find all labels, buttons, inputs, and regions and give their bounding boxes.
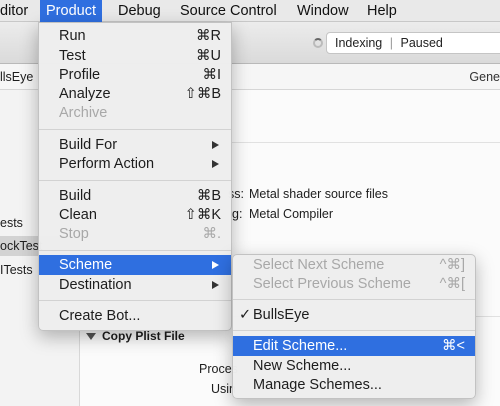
menu-item-create-bot[interactable]: Create Bot... [39, 306, 231, 326]
product-menu: Run ⌘R Test ⌘U Profile ⌘I Analyze ⇧⌘B Ar… [38, 22, 232, 331]
shortcut: ⌘. [202, 226, 221, 242]
shortcut: ⇧⌘B [184, 86, 221, 102]
menu-separator [233, 330, 475, 331]
tab-general[interactable]: Gene [469, 64, 500, 90]
checkmark-icon: ✓ [239, 307, 252, 323]
scheme-submenu: Select Next Scheme ^⌘] Select Previous S… [232, 254, 476, 399]
menu-item-label: Run [59, 28, 86, 44]
menu-separator [39, 250, 231, 251]
menu-item-edit-scheme[interactable]: Edit Scheme... ⌘< [233, 336, 475, 356]
menu-debug[interactable]: Debug [112, 0, 167, 22]
activity-status: Indexing [335, 36, 383, 50]
menu-item-bullseye[interactable]: ✓ BullsEye [233, 305, 475, 325]
submenu-arrow-icon [212, 160, 219, 168]
menu-item-label: Destination [59, 277, 132, 293]
progress-spinner-icon [313, 38, 323, 48]
menu-item-label: Profile [59, 67, 101, 83]
menu-product[interactable]: Product [40, 0, 102, 22]
shortcut: ⌘R [196, 28, 221, 44]
menu-item-destination[interactable]: Destination [39, 275, 231, 295]
shortcut: ⌘B [196, 188, 221, 204]
submenu-arrow-icon [212, 281, 219, 289]
menu-item-select-previous-scheme[interactable]: Select Previous Scheme ^⌘[ [233, 274, 475, 294]
shortcut: ^⌘] [439, 257, 465, 273]
shortcut: ^⌘[ [439, 276, 465, 292]
menu-item-build[interactable]: Build ⌘B [39, 186, 231, 206]
menu-item-label: New Scheme... [253, 358, 352, 374]
menu-item-label: Analyze [59, 86, 111, 102]
menu-item-manage-schemes[interactable]: Manage Schemes... [233, 375, 475, 395]
menu-item-label: Edit Scheme... [253, 338, 348, 354]
menu-item-label: Manage Schemes... [253, 377, 382, 393]
menu-item-archive[interactable]: Archive [39, 103, 231, 123]
menu-item-label: Clean [59, 207, 97, 223]
phase-title: Copy Plist File [102, 329, 185, 343]
menu-item-label: Stop [59, 226, 89, 242]
menu-separator [233, 299, 475, 300]
menu-item-scheme[interactable]: Scheme [39, 255, 231, 275]
menu-item-build-for[interactable]: Build For [39, 135, 231, 155]
menu-item-label: Build [59, 188, 92, 204]
menu-item-select-next-scheme[interactable]: Select Next Scheme ^⌘] [233, 255, 475, 275]
menu-item-label: Perform Action [59, 156, 155, 172]
shortcut: ⌘U [196, 48, 221, 64]
menu-item-label: Test [59, 48, 86, 64]
disclosure-triangle-icon[interactable] [86, 333, 96, 340]
submenu-arrow-icon [212, 261, 219, 269]
menu-item-run[interactable]: Run ⌘R [39, 26, 231, 46]
menu-item-clean[interactable]: Clean ⇧⌘K [39, 205, 231, 225]
activity-separator: | [389, 36, 393, 50]
submenu-arrow-icon [212, 141, 219, 149]
activity-view[interactable]: Indexing | Paused [313, 32, 500, 54]
menu-separator [39, 180, 231, 181]
rule-label-using: g: [232, 207, 243, 221]
menu-item-label: Build For [59, 137, 118, 153]
menu-item-label: BullsEye [253, 307, 310, 323]
menu-window[interactable]: Window [291, 0, 355, 22]
breadcrumb-project[interactable]: llsEye [0, 64, 33, 90]
menu-item-label: Create Bot... [59, 308, 141, 324]
shortcut: ⌘I [202, 67, 221, 83]
menu-item-label: Select Next Scheme [253, 257, 385, 273]
menu-item-new-scheme[interactable]: New Scheme... [233, 356, 475, 376]
menu-editor[interactable]: ditor [0, 0, 34, 22]
activity-state: Paused [400, 36, 443, 50]
menu-item-stop[interactable]: Stop ⌘. [39, 224, 231, 244]
menu-item-label: Archive [59, 105, 108, 121]
menu-help[interactable]: Help [361, 0, 403, 22]
menu-source-control[interactable]: Source Control [174, 0, 283, 22]
menu-bar: ditor Product Debug Source Control Windo… [0, 0, 500, 22]
menu-item-test[interactable]: Test ⌘U [39, 46, 231, 66]
nav-item-tests[interactable]: ests [0, 213, 23, 233]
rule-value-process: Metal shader source files [249, 187, 388, 201]
menu-item-profile[interactable]: Profile ⌘I [39, 65, 231, 85]
menu-item-analyze[interactable]: Analyze ⇧⌘B [39, 84, 231, 104]
shortcut: ⇧⌘K [184, 207, 221, 223]
menu-item-perform-action[interactable]: Perform Action [39, 154, 231, 174]
rule-value-using: Metal Compiler [249, 207, 334, 221]
menu-item-label: Scheme [59, 257, 113, 273]
menu-separator [39, 300, 231, 301]
menu-item-label: Select Previous Scheme [253, 276, 411, 292]
menu-separator [39, 129, 231, 130]
nav-item-ui-tests[interactable]: ITests [0, 260, 33, 280]
shortcut: ⌘< [442, 338, 465, 354]
